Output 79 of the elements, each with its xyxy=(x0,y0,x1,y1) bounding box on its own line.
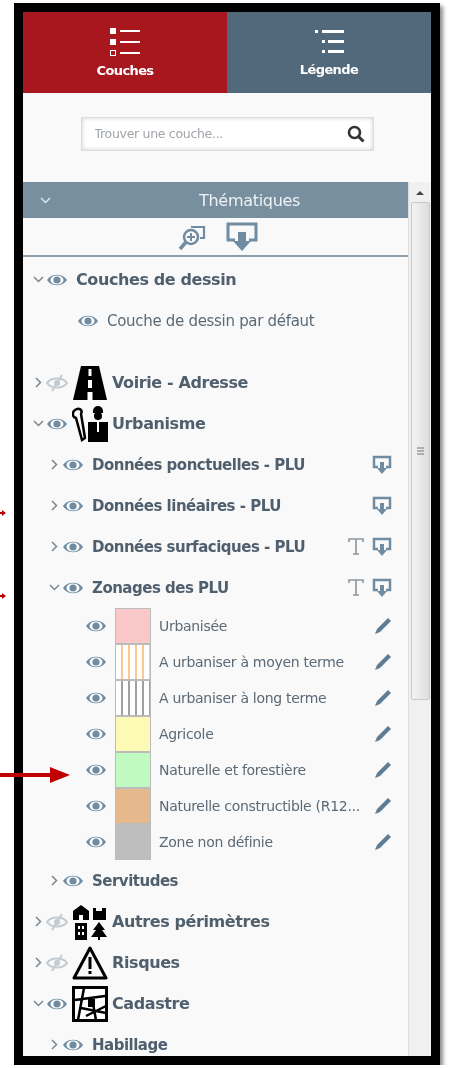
pencil-icon[interactable] xyxy=(374,797,393,815)
layer-label[interactable]: Données ponctuelles - PLU xyxy=(92,455,305,474)
chevron-right-icon[interactable] xyxy=(50,459,58,470)
eye-icon[interactable] xyxy=(62,539,84,554)
layer-label[interactable]: Zone non définie xyxy=(159,834,273,850)
tab[interactable]: Couches xyxy=(23,12,227,93)
layer-label[interactable]: Servitudes xyxy=(92,871,178,890)
list-icon xyxy=(313,28,345,56)
layer-label[interactable]: Urbanisée xyxy=(159,618,228,634)
scroll-up-icon[interactable] xyxy=(415,190,426,196)
layer-label[interactable]: Couche de dessin par défaut xyxy=(107,311,315,330)
eye-icon[interactable] xyxy=(85,799,107,813)
chevron-down-icon[interactable] xyxy=(33,276,44,283)
chevron-right-icon[interactable] xyxy=(50,1039,58,1050)
pencil-icon[interactable] xyxy=(374,725,393,743)
map-parcels-icon xyxy=(72,985,108,1022)
text-icon[interactable] xyxy=(348,538,365,555)
grip-icon[interactable] xyxy=(416,447,424,455)
arrow xyxy=(0,510,6,516)
road-icon xyxy=(72,364,108,401)
layer-label[interactable]: Zonages des PLU xyxy=(92,578,229,597)
eye-icon[interactable] xyxy=(46,416,68,431)
download-icon[interactable] xyxy=(225,221,258,252)
eye-icon[interactable] xyxy=(85,835,107,849)
layer-label[interactable]: Cadastre xyxy=(112,994,190,1013)
arrow xyxy=(0,765,70,785)
layer-label[interactable]: Naturelle constructible (R12... xyxy=(159,798,360,814)
download-icon[interactable] xyxy=(372,577,393,598)
eye-icon[interactable] xyxy=(62,580,84,595)
layer-label[interactable]: Données linéaires - PLU xyxy=(92,496,281,515)
layer-label[interactable]: Naturelle et forestière xyxy=(159,762,306,778)
eye-icon[interactable] xyxy=(85,691,107,705)
eye-icon[interactable] xyxy=(77,313,99,328)
eye-icon[interactable] xyxy=(62,457,84,472)
checklist-icon xyxy=(109,27,141,57)
tab[interactable]: Légende xyxy=(227,12,431,93)
layer-label[interactable]: Agricole xyxy=(159,726,214,742)
eye-icon[interactable] xyxy=(62,873,84,888)
pencil-icon[interactable] xyxy=(374,689,393,707)
pencil-icon[interactable] xyxy=(374,653,393,671)
chevron-right-icon[interactable] xyxy=(50,500,58,511)
layer-label[interactable]: Voirie - Adresse xyxy=(112,373,249,392)
layer-label[interactable]: A urbaniser à moyen terme xyxy=(159,654,344,670)
text-icon[interactable] xyxy=(348,579,365,596)
chevron-right-icon[interactable] xyxy=(35,377,42,388)
pencil-icon[interactable] xyxy=(374,617,393,635)
download-icon[interactable] xyxy=(372,454,393,475)
scrollbar[interactable] xyxy=(408,182,431,1056)
layer-label[interactable]: Couches de dessin xyxy=(76,270,237,289)
layer-label[interactable]: Urbanisme xyxy=(112,414,206,433)
layer-label[interactable]: Autres périmètres xyxy=(112,912,270,931)
chevron-right-icon[interactable] xyxy=(35,916,42,927)
download-icon[interactable] xyxy=(372,495,393,516)
buildings-icon xyxy=(72,903,108,940)
layer-label[interactable]: Données surfaciques - PLU xyxy=(92,537,306,556)
chevron-down-icon[interactable] xyxy=(33,1000,44,1007)
layer-label[interactable]: Habillage xyxy=(92,1035,168,1054)
chevron-right-icon[interactable] xyxy=(35,957,42,968)
arrow xyxy=(0,593,6,599)
download-icon[interactable] xyxy=(372,536,393,557)
eye-icon[interactable] xyxy=(85,727,107,741)
pencil-icon[interactable] xyxy=(374,833,393,851)
pencil-icon[interactable] xyxy=(374,761,393,779)
chevron-down-icon[interactable] xyxy=(33,420,44,427)
eye-icon[interactable] xyxy=(46,996,68,1011)
chevron-right-icon[interactable] xyxy=(50,875,58,886)
eye-icon[interactable] xyxy=(85,655,107,669)
chevron-down-icon[interactable] xyxy=(48,584,60,591)
layer-label[interactable]: A urbaniser à long terme xyxy=(159,690,327,706)
eye-icon[interactable] xyxy=(62,1037,84,1052)
eye-icon[interactable] xyxy=(85,619,107,633)
eye-icon[interactable] xyxy=(85,763,107,777)
eye-icon[interactable] xyxy=(46,272,68,287)
layer-label[interactable]: Risques xyxy=(112,953,180,972)
search-field[interactable]: Trouver une couche... xyxy=(80,116,374,151)
chevron-right-icon[interactable] xyxy=(50,541,58,552)
warning-icon xyxy=(72,945,108,980)
worker-icon xyxy=(72,405,108,442)
eye-icon[interactable] xyxy=(62,498,84,513)
